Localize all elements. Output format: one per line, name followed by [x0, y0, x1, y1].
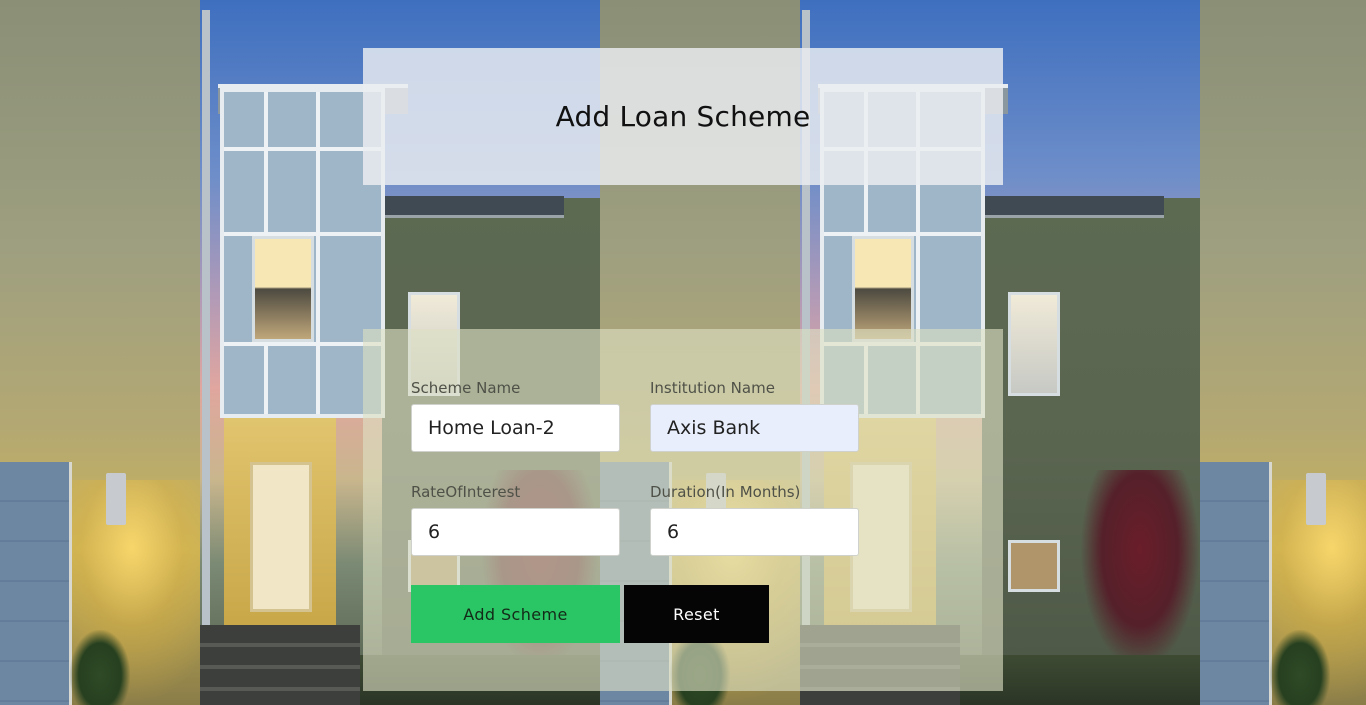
duration-field-group: Duration(In Months): [650, 483, 859, 556]
rate-of-interest-field-group: RateOfInterest: [411, 483, 620, 556]
rate-of-interest-label: RateOfInterest: [411, 483, 521, 501]
page-title: Add Loan Scheme: [555, 100, 811, 133]
scheme-name-field-group: Scheme Name: [411, 379, 620, 452]
add-scheme-button[interactable]: Add Scheme: [411, 585, 620, 643]
institution-name-label: Institution Name: [650, 379, 775, 397]
title-panel: Add Loan Scheme: [363, 48, 1003, 185]
institution-name-input[interactable]: [650, 404, 859, 452]
reset-button[interactable]: Reset: [624, 585, 769, 643]
institution-name-field-group: Institution Name: [650, 379, 859, 452]
duration-label: Duration(In Months): [650, 483, 801, 501]
house-photo-tile: [1200, 0, 1366, 705]
rate-of-interest-input[interactable]: [411, 508, 620, 556]
scheme-name-input[interactable]: [411, 404, 620, 452]
scheme-name-label: Scheme Name: [411, 379, 521, 397]
duration-input[interactable]: [650, 508, 859, 556]
loan-scheme-form: Scheme Name Institution Name RateOfInter…: [363, 329, 1003, 691]
